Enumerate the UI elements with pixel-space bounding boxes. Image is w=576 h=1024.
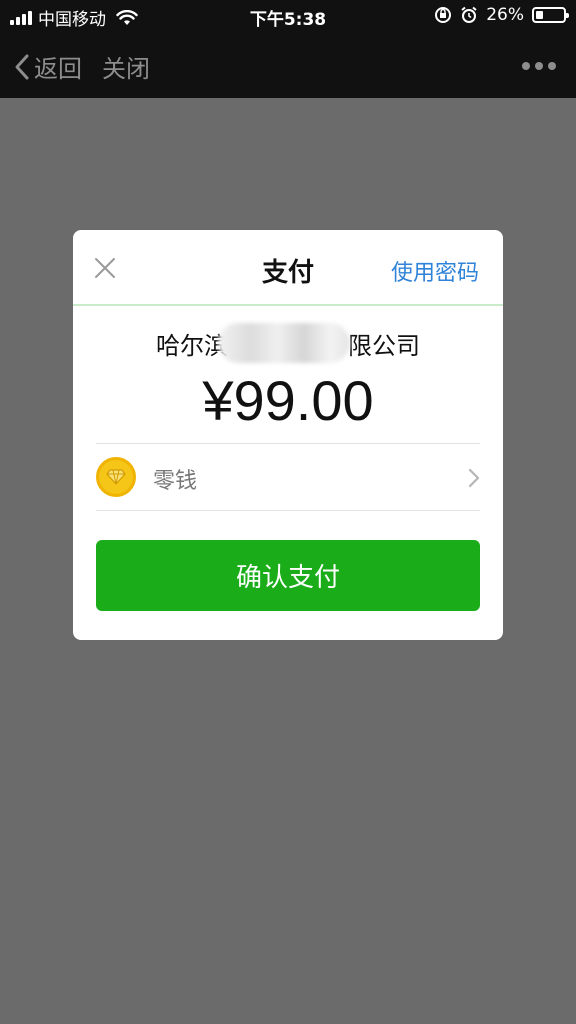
- payment-amount: ¥99.00: [202, 369, 374, 432]
- status-right: 26%: [434, 5, 569, 25]
- back-label: 返回: [34, 55, 82, 83]
- nav-bar: 返回 关闭: [0, 32, 576, 98]
- payment-method-row[interactable]: 零钱: [96, 444, 480, 510]
- merchant-name-suffix: 限公司: [348, 332, 420, 360]
- chevron-right-icon: [468, 468, 480, 488]
- merchant-name-prefix: 哈尔滨: [156, 332, 228, 360]
- rotation-lock-icon: [435, 7, 452, 23]
- close-page-button[interactable]: 关闭: [102, 49, 150, 84]
- battery-level: [536, 11, 543, 19]
- payment-method-label: 零钱: [153, 469, 198, 494]
- confirm-payment-button[interactable]: 确认支付: [96, 540, 480, 611]
- battery-percent: 26%: [486, 5, 524, 25]
- payment-dialog: 支付 使用密码 哈尔滨 限公司 ¥99.00 零钱 确认支付: [73, 230, 503, 640]
- redacted-blur: [218, 323, 350, 363]
- dialog-header: 支付 使用密码: [73, 230, 503, 306]
- use-password-link[interactable]: 使用密码: [391, 255, 479, 287]
- back-button[interactable]: 返回: [14, 49, 82, 84]
- divider-bottom: [96, 510, 480, 511]
- alarm-icon: [461, 6, 477, 23]
- status-bar: 中国移动 下午5:38 26%: [0, 0, 576, 32]
- battery-icon: [532, 7, 569, 23]
- more-icon[interactable]: [522, 62, 556, 70]
- wallet-coin-icon: [96, 457, 136, 497]
- chevron-left-icon: [15, 54, 29, 79]
